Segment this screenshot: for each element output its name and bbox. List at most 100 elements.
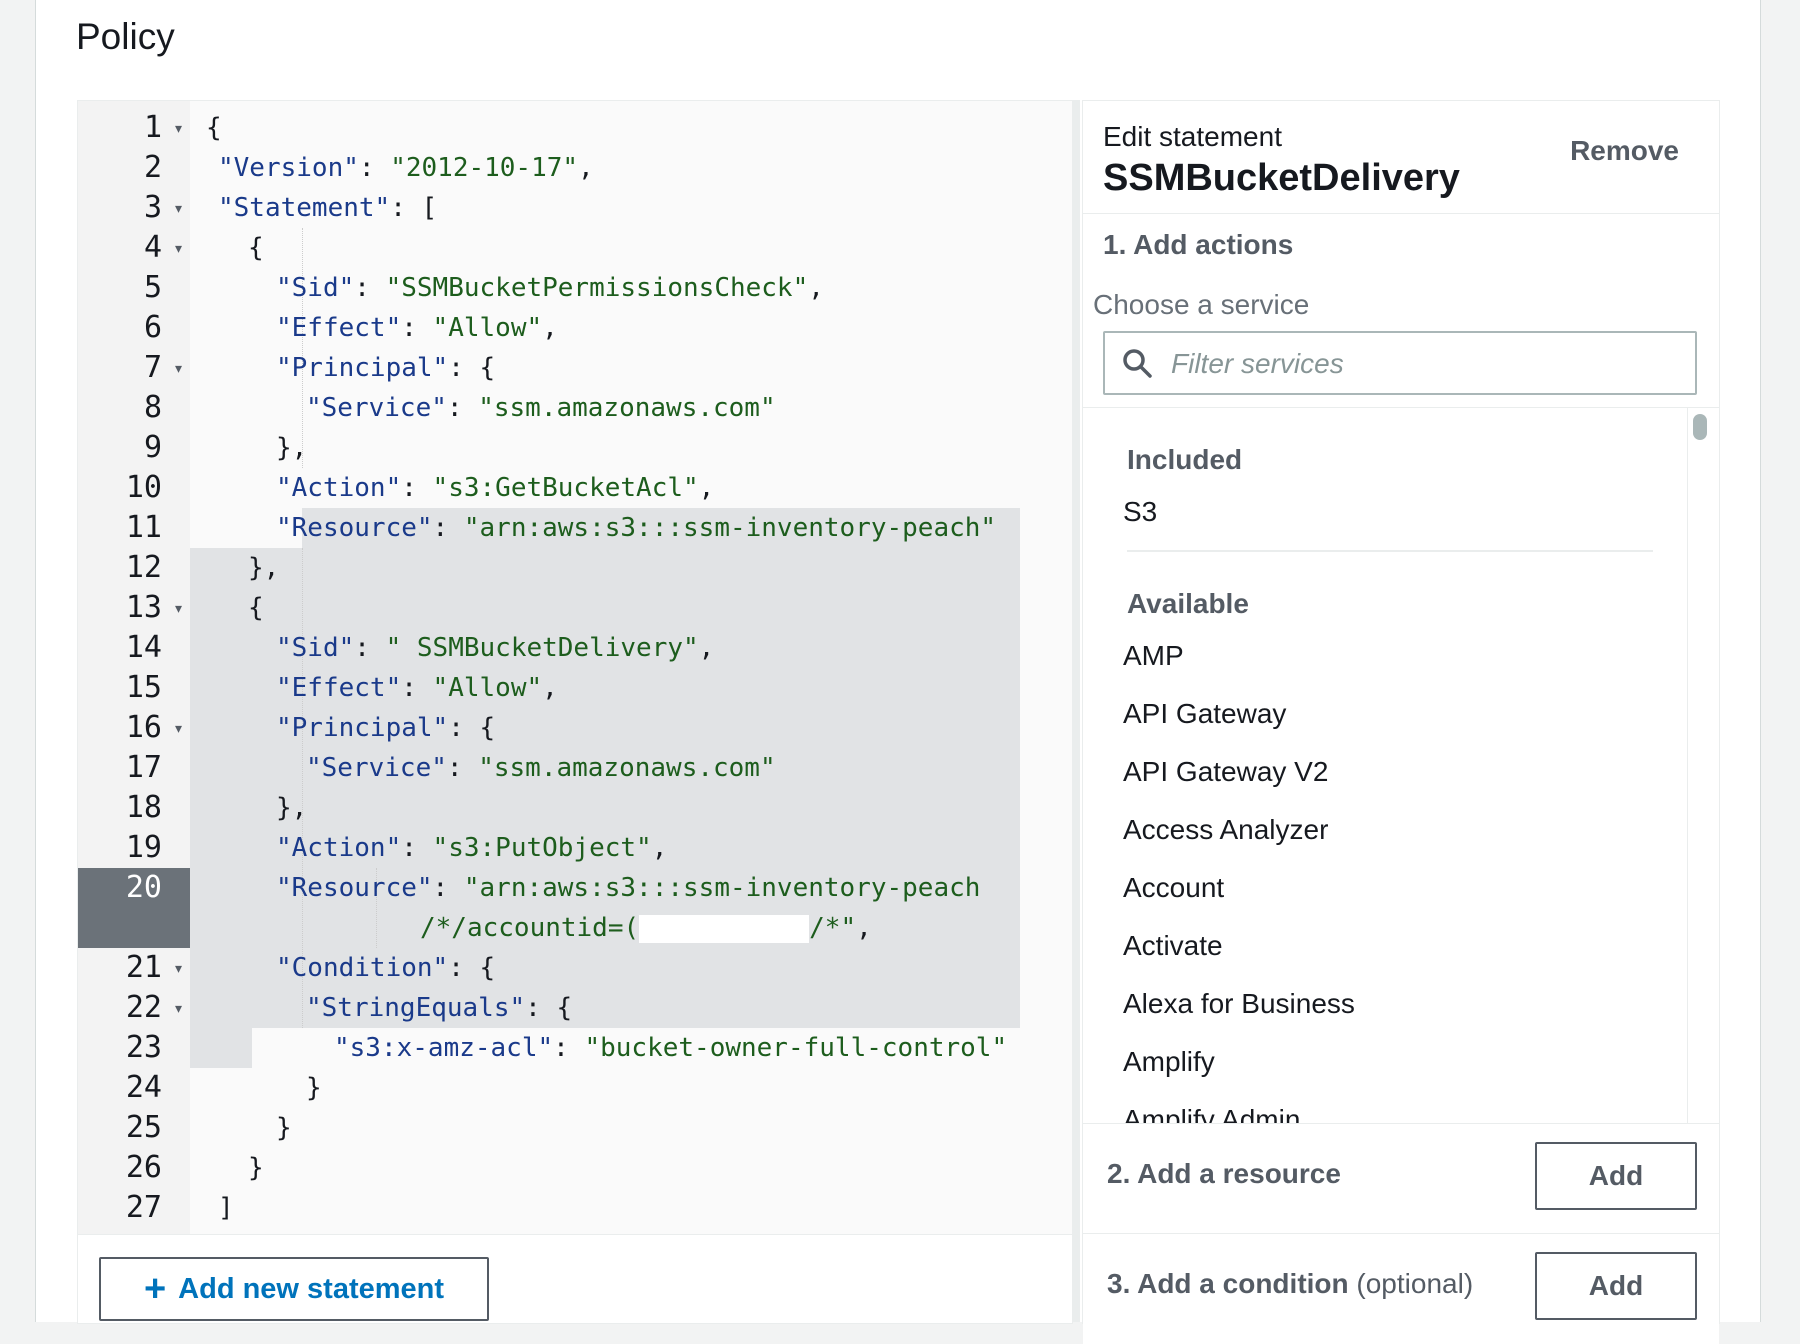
code-line-13: { [248,593,264,623]
code-line-25: } [276,1113,292,1143]
add-new-statement-button[interactable]: + Add new statement [99,1257,489,1321]
service-item[interactable]: AMP [1123,640,1184,672]
line-number-text: 3 [143,190,162,225]
line-number-text: 11 [125,510,162,545]
editor-footer: + Add new statement [78,1234,1072,1323]
plus-icon: + [143,1268,167,1310]
line-number-text: 21 [125,950,162,985]
add-condition-row: 3. Add a condition (optional) Add [1083,1233,1719,1344]
edit-statement-label: Edit statement [1103,121,1282,152]
service-item[interactable]: API Gateway V2 [1123,756,1328,788]
line-number: 27 [78,1188,190,1228]
service-item[interactable]: Amplify [1123,1046,1215,1078]
fold-toggle-icon[interactable]: ▾ [175,188,182,228]
fold-toggle-icon[interactable]: ▾ [175,348,182,388]
add-condition-button[interactable]: Add [1535,1252,1697,1320]
service-item[interactable]: Account [1123,872,1224,904]
line-number-text: 5 [143,270,162,305]
service-item-s3[interactable]: S3 [1123,496,1157,528]
line-number: 19 [78,828,190,868]
line-number: 11 [78,508,190,548]
code-line-5: "Sid": "SSMBucketPermissionsCheck", [276,273,824,303]
code-line-10: "Action": "s3:GetBucketAcl", [276,473,715,503]
remove-statement-button[interactable]: Remove [1570,135,1679,167]
code-line-7: "Principal": { [276,353,496,383]
optional-tag: (optional) [1356,1268,1474,1299]
fold-toggle-icon[interactable]: ▾ [175,588,182,628]
service-list-scrollbar-track[interactable] [1687,408,1688,1124]
code-line-4: { [248,233,264,263]
line-number: 20 [78,868,190,948]
page-title: Policy [76,16,175,57]
code-line-1: { [206,113,222,143]
fold-toggle-icon[interactable]: ▾ [175,108,182,148]
choose-service-label: Choose a service [1093,289,1310,320]
add-actions-heading: 1. Add actions [1103,229,1294,260]
line-number: 18 [78,788,190,828]
available-heading: Available [1127,588,1249,619]
code-line-9: }, [276,433,308,463]
line-number-gutter: 1 ▾ 2 3 ▾ 4 ▾ 5 6 7 ▾ 8 9 10 11 12 13 ▾ 14 15 16 ▾ 17 18 19 20 21 ▾… [78,101,190,1234]
code-line-24: } [306,1073,322,1103]
service-item[interactable]: Amplify Admin [1123,1104,1300,1124]
line-number: 3 ▾ [78,188,190,228]
fold-toggle-icon[interactable]: ▾ [175,948,182,988]
service-item[interactable]: Access Analyzer [1123,814,1328,846]
line-number: 25 [78,1108,190,1148]
line-number: 8 [78,388,190,428]
code-line-16: "Principal": { [276,713,496,743]
service-item[interactable]: Activate [1123,930,1223,962]
line-number: 16 ▾ [78,708,190,748]
line-number-text: 17 [125,750,162,785]
code-line-26: } [248,1153,264,1183]
code-line-23: "s3:x-amz-acl": "bucket-owner-full-contr… [334,1033,1008,1063]
edit-statement-panel: Edit statement SSMBucketDelivery Remove … [1082,100,1720,1344]
statement-name: SSMBucketDelivery [1103,157,1460,199]
line-number-text: 25 [125,1110,162,1145]
line-number: 22 ▾ [78,988,190,1028]
line-number-text: 20 [125,870,162,905]
code-area[interactable]: { "Version": "2012-10-17", "Statement": … [190,101,1020,1234]
line-number: 4 ▾ [78,228,190,268]
line-number-text: 10 [125,470,162,505]
line-number-text: 27 [125,1190,162,1225]
policy-json-editor[interactable]: 1 ▾ 2 3 ▾ 4 ▾ 5 6 7 ▾ 8 9 10 11 12 13 ▾ 14 15 16 ▾ 17 18 19 20 21 ▾… [77,100,1073,1324]
line-number: 12 [78,548,190,588]
add-condition-label: 3. Add a condition (optional) [1107,1268,1474,1299]
service-item[interactable]: API Gateway [1123,698,1286,730]
search-icon [1123,349,1152,378]
filter-services-input[interactable] [1169,333,1683,395]
add-new-statement-label: Add new statement [178,1272,445,1305]
line-number-text: 23 [125,1030,162,1065]
code-line-6: "Effect": "Allow", [276,313,558,343]
filter-services-field[interactable] [1103,331,1697,395]
selection-highlight [190,1028,252,1068]
line-number: 5 [78,268,190,308]
list-divider [1127,550,1653,552]
line-number-text: 18 [125,790,162,825]
line-number-text: 22 [125,990,162,1025]
code-line-15: "Effect": "Allow", [276,673,558,703]
line-number-text: 16 [125,710,162,745]
code-line-20-wrap: /*/accountid=(/*", [420,913,872,943]
line-number-text: 12 [125,550,162,585]
line-number: 7 ▾ [78,348,190,388]
service-list: Included S3 Available AMP API Gateway API … [1083,407,1719,1124]
fold-toggle-icon[interactable]: ▾ [175,708,182,748]
service-list-scrollbar-thumb[interactable] [1693,414,1707,440]
add-resource-button[interactable]: Add [1535,1142,1697,1210]
fold-toggle-icon[interactable]: ▾ [175,988,182,1028]
code-line-8: "Service": "ssm.amazonaws.com" [306,393,776,423]
panel-resize-handle[interactable] [1072,100,1080,1322]
code-line-14: "Sid": " SSMBucketDelivery", [276,633,715,663]
service-item[interactable]: Alexa for Business [1123,988,1355,1020]
code-line-11: "Resource": "arn:aws:s3:::ssm-inventory-… [276,513,997,543]
add-resource-label: 2. Add a resource [1107,1158,1341,1189]
line-number: 15 [78,668,190,708]
fold-toggle-icon[interactable]: ▾ [175,228,182,268]
code-line-27: ] [218,1193,234,1223]
line-number-text: 7 [143,350,162,385]
line-number: 2 [78,148,190,188]
code-line-21: "Condition": { [276,953,496,983]
code-line-2: "Version": "2012-10-17", [218,153,594,183]
